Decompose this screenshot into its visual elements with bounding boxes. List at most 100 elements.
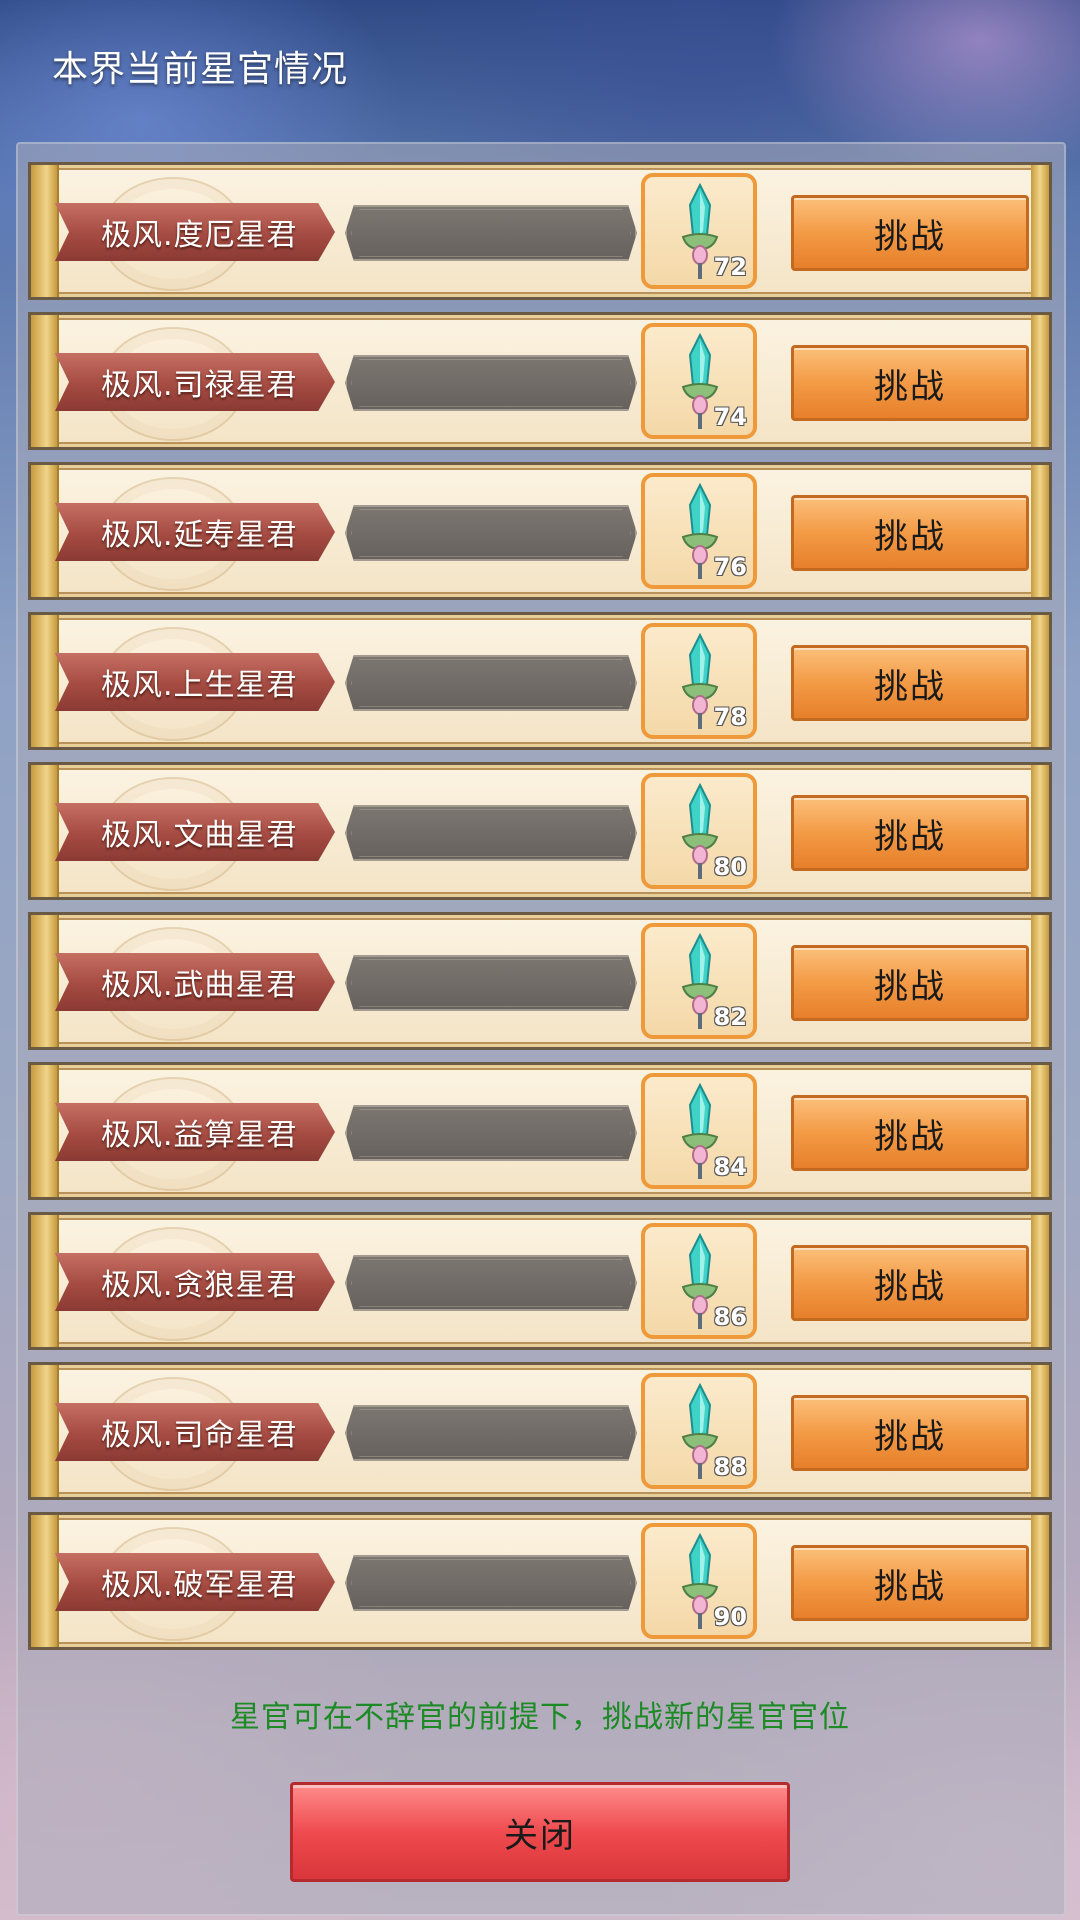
level-number: 74 <box>713 403 747 431</box>
challenge-button[interactable]: 挑战 <box>791 1245 1029 1321</box>
occupant-name-bar <box>345 955 637 1011</box>
challenge-button[interactable]: 挑战 <box>791 645 1029 721</box>
row-right-ornament <box>1031 1065 1049 1197</box>
row-left-ornament <box>31 615 59 747</box>
star-official-row: 极风.上生星君 78 挑战 <box>28 612 1052 750</box>
row-right-ornament <box>1031 1215 1049 1347</box>
challenge-button[interactable]: 挑战 <box>791 945 1029 1021</box>
star-official-name: 极风.文曲星君 <box>101 818 298 853</box>
challenge-button-label: 挑战 <box>874 366 946 407</box>
level-number: 80 <box>713 853 747 881</box>
page-title: 本界当前星官情况 <box>52 49 349 90</box>
level-badge[interactable]: 82 <box>641 923 757 1039</box>
star-official-name: 极风.益算星君 <box>101 1118 298 1153</box>
star-official-row: 极风.度厄星君 72 挑战 <box>28 162 1052 300</box>
name-ribbon: 极风.司禄星君 <box>55 353 335 411</box>
level-badge[interactable]: 78 <box>641 623 757 739</box>
challenge-button-label: 挑战 <box>874 1416 946 1457</box>
occupant-name-bar <box>345 1105 637 1161</box>
row-right-ornament <box>1031 615 1049 747</box>
star-official-row: 极风.司命星君 88 挑战 <box>28 1362 1052 1500</box>
challenge-button[interactable]: 挑战 <box>791 195 1029 271</box>
close-button[interactable]: 关闭 <box>290 1782 790 1882</box>
row-left-ornament <box>31 915 59 1047</box>
challenge-button-label: 挑战 <box>874 816 946 857</box>
star-official-row: 极风.武曲星君 82 挑战 <box>28 912 1052 1050</box>
challenge-button-label: 挑战 <box>874 1266 946 1307</box>
star-official-row: 极风.文曲星君 80 挑战 <box>28 762 1052 900</box>
row-right-ornament <box>1031 1365 1049 1497</box>
row-right-ornament <box>1031 465 1049 597</box>
level-number: 88 <box>713 1453 747 1481</box>
challenge-button-label: 挑战 <box>874 516 946 557</box>
name-ribbon: 极风.司命星君 <box>55 1403 335 1461</box>
name-ribbon: 极风.益算星君 <box>55 1103 335 1161</box>
level-badge[interactable]: 80 <box>641 773 757 889</box>
close-button-label: 关闭 <box>504 1815 576 1856</box>
level-number: 72 <box>713 253 747 281</box>
level-badge[interactable]: 90 <box>641 1523 757 1639</box>
row-left-ornament <box>31 1365 59 1497</box>
row-right-ornament <box>1031 315 1049 447</box>
star-official-name: 极风.贪狼星君 <box>101 1268 298 1303</box>
level-number: 86 <box>713 1303 747 1331</box>
challenge-button-label: 挑战 <box>874 1116 946 1157</box>
level-number: 90 <box>713 1603 747 1631</box>
occupant-name-bar <box>345 805 637 861</box>
star-official-name: 极风.武曲星君 <box>101 968 298 1003</box>
level-badge[interactable]: 74 <box>641 323 757 439</box>
level-number: 78 <box>713 703 747 731</box>
occupant-name-bar <box>345 1405 637 1461</box>
challenge-button[interactable]: 挑战 <box>791 345 1029 421</box>
challenge-button-label: 挑战 <box>874 1566 946 1607</box>
star-official-row: 极风.贪狼星君 86 挑战 <box>28 1212 1052 1350</box>
star-official-row: 极风.破军星君 90 挑战 <box>28 1512 1052 1650</box>
challenge-button[interactable]: 挑战 <box>791 495 1029 571</box>
challenge-button[interactable]: 挑战 <box>791 1095 1029 1171</box>
level-number: 84 <box>713 1153 747 1181</box>
level-badge[interactable]: 72 <box>641 173 757 289</box>
occupant-name-bar <box>345 355 637 411</box>
star-official-name: 极风.度厄星君 <box>101 218 298 253</box>
star-official-list: 极风.度厄星君 72 挑战 极风.司禄星君 74 挑战 极风.延寿星君 76 挑… <box>28 162 1052 1662</box>
row-left-ornament <box>31 165 59 297</box>
level-badge[interactable]: 84 <box>641 1073 757 1189</box>
star-official-name: 极风.司禄星君 <box>101 368 298 403</box>
occupant-name-bar <box>345 205 637 261</box>
challenge-button-label: 挑战 <box>874 966 946 1007</box>
level-badge[interactable]: 86 <box>641 1223 757 1339</box>
row-left-ornament <box>31 1515 59 1647</box>
name-ribbon: 极风.贪狼星君 <box>55 1253 335 1311</box>
star-official-row: 极风.司禄星君 74 挑战 <box>28 312 1052 450</box>
star-official-row: 极风.延寿星君 76 挑战 <box>28 462 1052 600</box>
row-left-ornament <box>31 465 59 597</box>
occupant-name-bar <box>345 655 637 711</box>
occupant-name-bar <box>345 1255 637 1311</box>
name-ribbon: 极风.延寿星君 <box>55 503 335 561</box>
challenge-button[interactable]: 挑战 <box>791 795 1029 871</box>
level-badge[interactable]: 76 <box>641 473 757 589</box>
star-official-row: 极风.益算星君 84 挑战 <box>28 1062 1052 1200</box>
row-right-ornament <box>1031 165 1049 297</box>
name-ribbon: 极风.文曲星君 <box>55 803 335 861</box>
occupant-name-bar <box>345 1555 637 1611</box>
challenge-button[interactable]: 挑战 <box>791 1395 1029 1471</box>
star-official-name: 极风.司命星君 <box>101 1418 298 1453</box>
row-left-ornament <box>31 1065 59 1197</box>
level-badge[interactable]: 88 <box>641 1373 757 1489</box>
name-ribbon: 极风.度厄星君 <box>55 203 335 261</box>
row-right-ornament <box>1031 1515 1049 1647</box>
row-right-ornament <box>1031 915 1049 1047</box>
name-ribbon: 极风.上生星君 <box>55 653 335 711</box>
row-right-ornament <box>1031 765 1049 897</box>
row-left-ornament <box>31 1215 59 1347</box>
row-left-ornament <box>31 315 59 447</box>
occupant-name-bar <box>345 505 637 561</box>
hint-text: 星官可在不辞官的前提下，挑战新的星官官位 <box>230 1700 850 1735</box>
star-official-name: 极风.破军星君 <box>101 1568 298 1603</box>
challenge-button[interactable]: 挑战 <box>791 1545 1029 1621</box>
star-official-name: 极风.延寿星君 <box>101 518 298 553</box>
level-number: 82 <box>713 1003 747 1031</box>
name-ribbon: 极风.武曲星君 <box>55 953 335 1011</box>
challenge-button-label: 挑战 <box>874 216 946 257</box>
